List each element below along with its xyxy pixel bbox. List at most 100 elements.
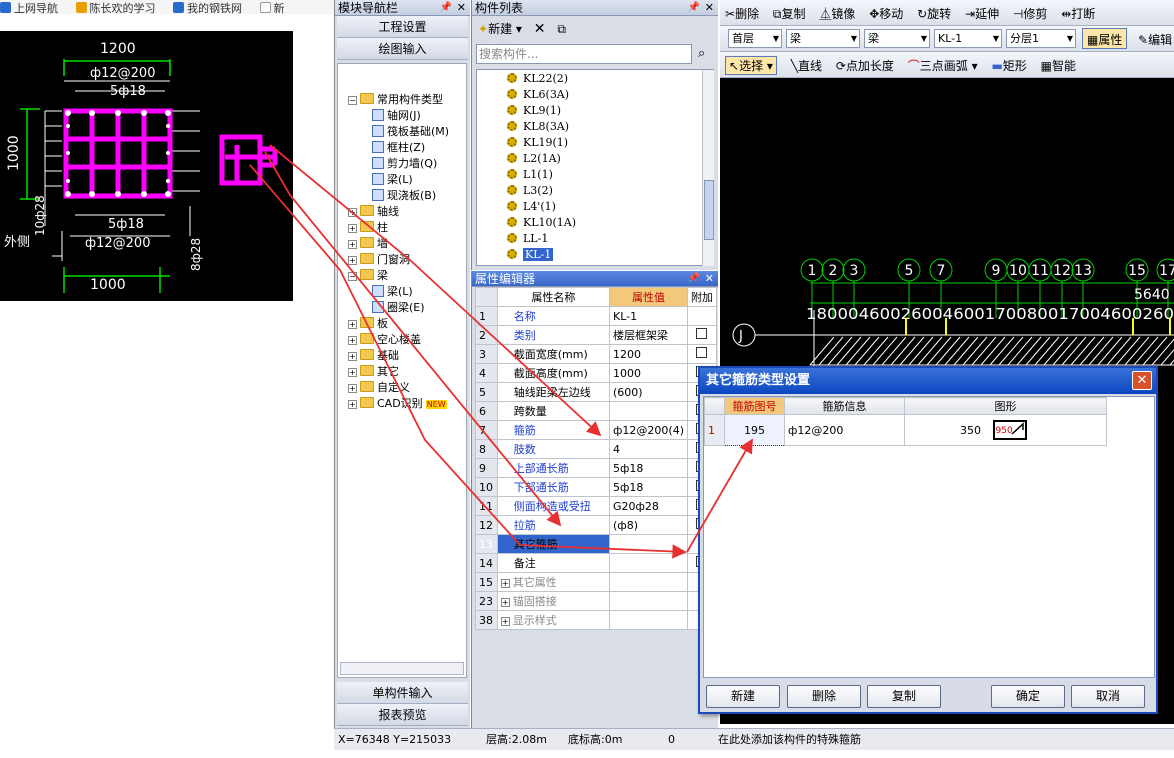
property-row[interactable]: 14 备注 <box>475 553 718 573</box>
property-row[interactable]: 3 截面宽度(mm) 1200 <box>475 344 718 364</box>
report-preview-button[interactable]: 报表预览 <box>337 704 468 726</box>
component-list-item[interactable]: L3(2) <box>507 184 553 197</box>
tree-node[interactable]: + 自定义 <box>348 380 410 395</box>
bookmark-new[interactable]: 新 <box>259 2 285 14</box>
component-list-item[interactable]: L4'(1) <box>507 200 556 213</box>
expand-icon[interactable]: + <box>348 400 357 409</box>
stirrup-info-cell[interactable]: ф12@200 <box>784 414 905 446</box>
component-list-item[interactable]: KL22(2) <box>507 72 568 85</box>
property-row[interactable]: 4 截面高度(mm) 1000 <box>475 363 718 383</box>
property-row[interactable]: 9 上部通长筋 5ф18 <box>475 458 718 478</box>
smart-tool-button[interactable]: ▦智能 <box>1041 57 1076 74</box>
property-value[interactable] <box>609 591 688 611</box>
property-row[interactable]: 8 肢数 4 <box>475 439 718 459</box>
expand-icon[interactable]: + <box>348 368 357 377</box>
pin-icon[interactable]: 📌 <box>440 0 452 16</box>
property-value[interactable]: (ф8) <box>609 515 688 535</box>
property-row[interactable]: 11 侧面构造或受扭 G20ф28 <box>475 496 718 516</box>
expand-icon[interactable]: + <box>348 240 357 249</box>
tree-node[interactable]: 梁(L) <box>372 172 413 187</box>
expand-icon[interactable]: + <box>348 352 357 361</box>
ok-button[interactable]: 确定 <box>991 685 1065 708</box>
drawing-input-button[interactable]: 绘图输入 <box>337 38 468 60</box>
tree-node[interactable]: + 轴线 <box>348 204 399 219</box>
expand-icon[interactable]: + <box>348 384 357 393</box>
stirrup-shape-cell[interactable]: 350 950 <box>904 414 1107 446</box>
expand-icon[interactable]: + <box>348 256 357 265</box>
tree-node[interactable]: 现浇板(B) <box>372 188 436 203</box>
copy-icon[interactable]: ⧉ <box>557 22 566 36</box>
tree-node[interactable]: − 梁 <box>348 268 388 283</box>
copy-tool-button[interactable]: ⧉复制 <box>773 5 806 22</box>
list-scrollbar[interactable] <box>702 70 714 266</box>
property-value[interactable]: 楼层框架梁 <box>609 325 688 345</box>
expand-icon[interactable]: + <box>348 320 357 329</box>
component-list-item[interactable]: KL19(1) <box>507 136 568 149</box>
pin-icon[interactable]: 📌 <box>688 271 700 287</box>
tree-node[interactable]: + 柱 <box>348 220 388 235</box>
property-value[interactable]: ф12@200(4) <box>609 420 688 440</box>
stirrup-num-cell[interactable]: 195 <box>724 414 785 446</box>
rotate-tool-button[interactable]: ↻旋转 <box>917 5 951 22</box>
property-row[interactable]: 13 其它箍筋 <box>475 534 718 554</box>
extra-checkbox[interactable] <box>696 347 708 358</box>
close-icon[interactable]: ✕ <box>457 0 466 16</box>
property-value[interactable]: KL-1 <box>609 306 688 326</box>
bookmark-nav[interactable]: 上网导航 <box>0 2 58 14</box>
delete-icon[interactable]: ✕ <box>534 21 546 37</box>
tree-node[interactable]: + 板 <box>348 316 388 331</box>
close-icon[interactable]: ✕ <box>1132 371 1152 390</box>
property-value[interactable] <box>609 553 688 573</box>
extend-tool-button[interactable]: ⇥延伸 <box>965 5 999 22</box>
property-row[interactable]: 5 轴线距梁左边线 (600) <box>475 382 718 402</box>
expand-icon[interactable]: + <box>348 208 357 217</box>
property-value[interactable] <box>609 610 688 630</box>
copy-button[interactable]: 复制 <box>867 685 941 708</box>
property-value[interactable] <box>609 572 688 592</box>
property-row[interactable]: 38 + 显示样式 <box>475 610 718 630</box>
expand-icon[interactable]: + <box>348 224 357 233</box>
property-row[interactable]: 23 + 锚固搭接 <box>475 591 718 611</box>
tree-node[interactable]: 剪力墙(Q) <box>372 156 437 171</box>
new-button[interactable]: 新建 <box>706 685 780 708</box>
move-tool-button[interactable]: ✥移动 <box>869 5 903 22</box>
tree-node[interactable]: + CAD识别 NEW <box>348 396 447 412</box>
property-value[interactable] <box>609 401 688 421</box>
property-value[interactable] <box>609 534 688 554</box>
collapse-icon[interactable]: − <box>348 96 357 105</box>
property-value[interactable]: 1200 <box>609 344 688 364</box>
property-value[interactable]: 5ф18 <box>609 458 688 478</box>
select-tool-button[interactable]: ↖选择 ▾ <box>725 56 777 75</box>
new-component-button[interactable]: ✦新建 ▾ <box>478 22 522 36</box>
component-list-item[interactable]: KL10(1A) <box>507 216 576 229</box>
search-icon[interactable]: ⌕ <box>698 46 705 61</box>
property-value[interactable]: 1000 <box>609 363 688 383</box>
pin-icon[interactable]: 📌 <box>688 0 700 16</box>
collapse-icon[interactable]: − <box>348 272 357 281</box>
property-value[interactable]: 5ф18 <box>609 477 688 497</box>
edit-button[interactable]: ✎编辑 <box>1138 31 1172 48</box>
search-input[interactable]: 搜索构件... <box>476 44 692 64</box>
property-row[interactable]: 10 下部通长筋 5ф18 <box>475 477 718 497</box>
tree-node[interactable]: + 门窗洞 <box>348 252 410 267</box>
tree-node[interactable]: 轴网(J) <box>372 108 421 123</box>
expand-icon[interactable]: + <box>500 579 510 588</box>
delete-button[interactable]: 删除 <box>787 685 861 708</box>
break-tool-button[interactable]: ⇹打断 <box>1061 5 1095 22</box>
bookmark-study[interactable]: 陈长欢的学习 <box>75 2 156 14</box>
component-list-item[interactable]: LL-1 <box>507 232 548 245</box>
component-list-item[interactable]: KL6(3A) <box>507 88 569 101</box>
tree-node[interactable]: 框柱(Z) <box>372 140 425 155</box>
property-value[interactable]: (600) <box>609 382 688 402</box>
tree-node[interactable]: 筏板基础(M) <box>372 124 449 139</box>
component-list-item[interactable]: L2(1A) <box>507 152 561 165</box>
tree-node[interactable]: + 空心楼盖 <box>348 332 421 347</box>
tree-node[interactable]: + 其它 <box>348 364 399 379</box>
expand-icon[interactable]: + <box>500 598 510 607</box>
component-list-item[interactable]: L1(1) <box>507 168 553 181</box>
arc-tool-button[interactable]: ⌒三点画弧 ▾ <box>908 57 978 74</box>
tree-node[interactable]: + 基础 <box>348 348 399 363</box>
property-row[interactable]: 6 跨数量 <box>475 401 718 421</box>
tree-node[interactable]: + 墙 <box>348 236 388 251</box>
property-row[interactable]: 1 名称 KL-1 <box>475 306 718 326</box>
